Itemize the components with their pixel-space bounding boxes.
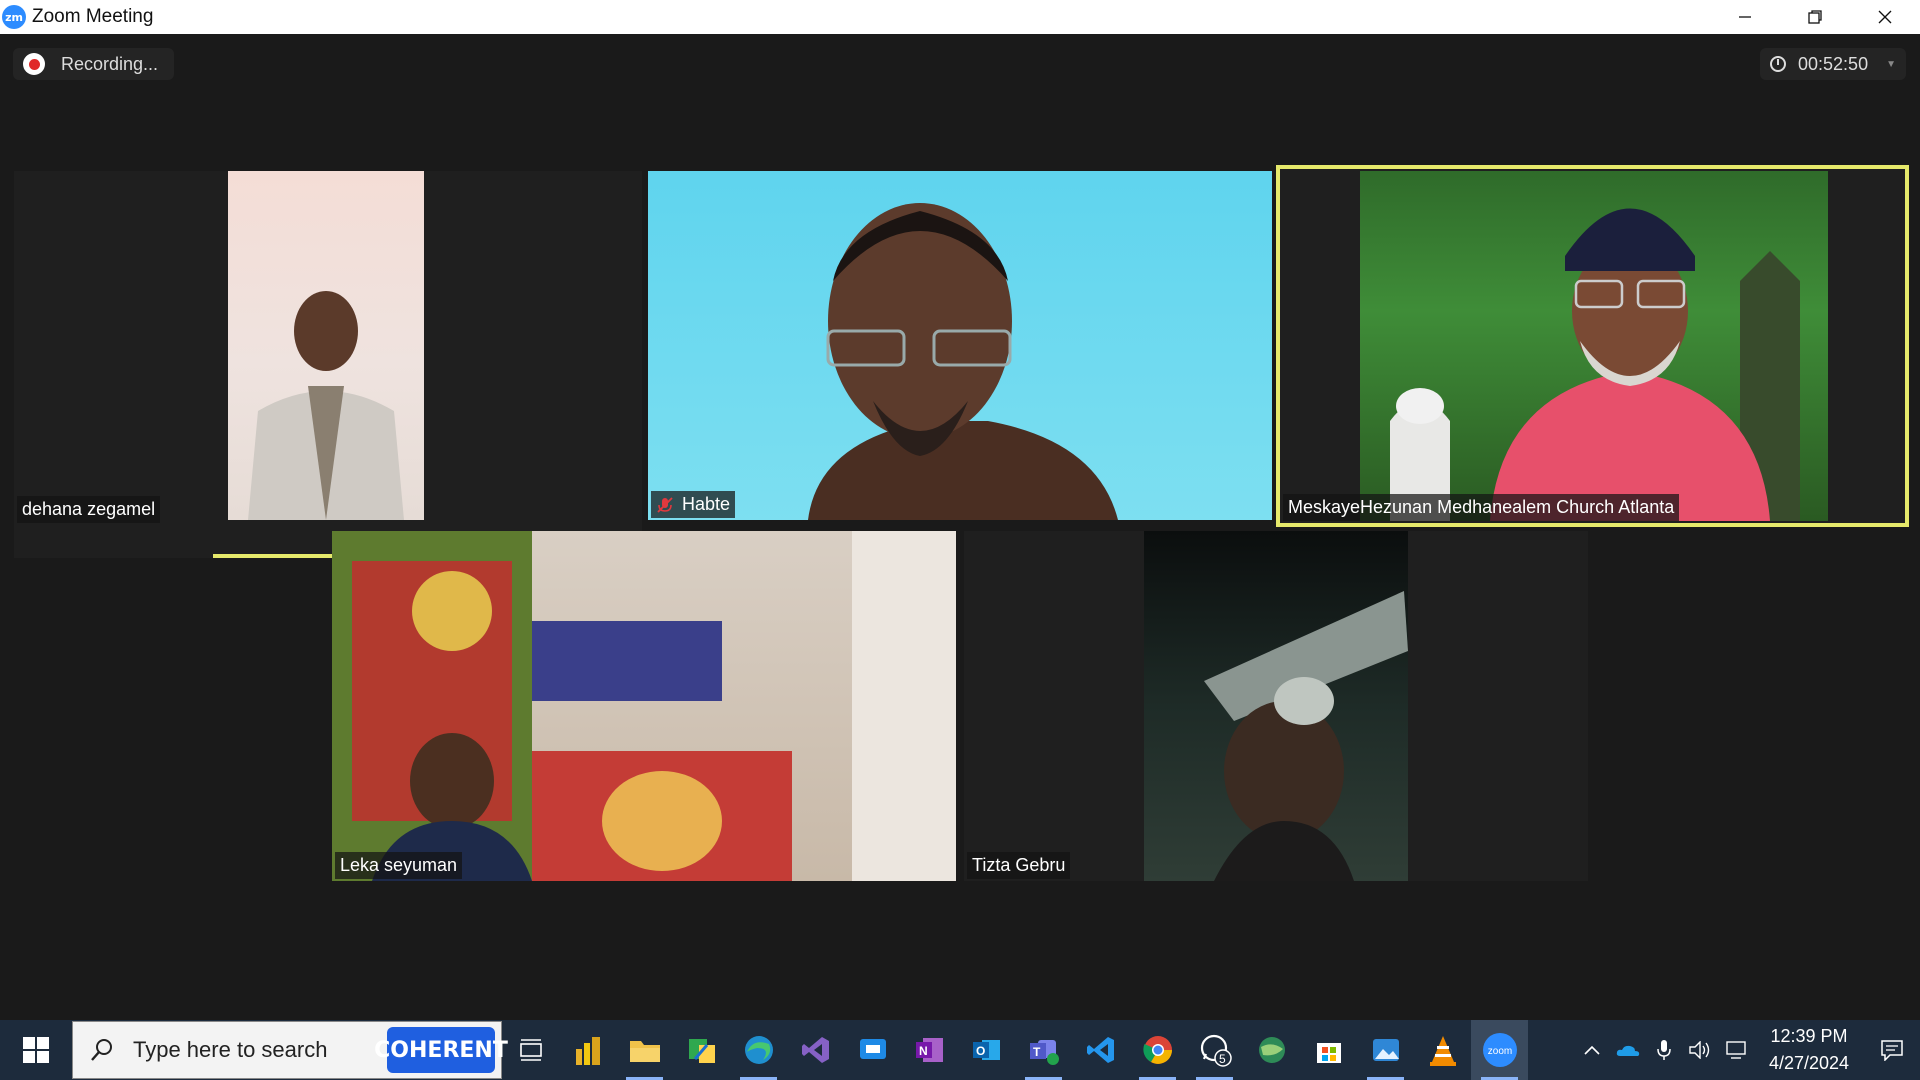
restore-icon <box>1808 10 1822 24</box>
volume-icon[interactable] <box>1682 1020 1718 1080</box>
person-silhouette <box>808 203 1118 520</box>
participant-name: Habte <box>682 494 731 514</box>
file-explorer-icon[interactable] <box>616 1020 673 1080</box>
participant-tile-leka[interactable]: Leka seyuman <box>332 531 956 881</box>
vlc-icon[interactable] <box>1414 1020 1471 1080</box>
system-tray: 12:39 PM 4/27/2024 <box>1574 1020 1920 1080</box>
store-icon[interactable] <box>1300 1020 1357 1080</box>
outlook-icon[interactable]: O <box>958 1020 1015 1080</box>
chevron-down-icon: ▼ <box>1886 58 1896 70</box>
timer-value: 00:52:50 <box>1798 53 1869 74</box>
clock-date: 4/27/2024 <box>1768 1053 1850 1073</box>
teams-icon[interactable]: T <box>1015 1020 1072 1080</box>
participant-video <box>1360 171 1828 521</box>
power-bi-icon[interactable] <box>559 1020 616 1080</box>
participant-name: dehana zegamel <box>22 499 156 519</box>
minimize-icon <box>1739 16 1751 18</box>
participant-name-tag: Habte <box>651 491 736 518</box>
participant-name-tag: Tizta Gebru <box>967 852 1071 879</box>
search-icon <box>91 1039 112 1061</box>
taskbar-clock[interactable]: 12:39 PM 4/27/2024 <box>1754 1023 1864 1077</box>
participant-name-tag: MeskayeHezunan Medhanealem Church Atlant… <box>1283 494 1680 521</box>
participant-name: MeskayeHezunan Medhanealem Church Atlant… <box>1288 497 1675 517</box>
muted-mic-icon <box>657 496 673 513</box>
chrome-icon[interactable] <box>1129 1020 1186 1080</box>
search-box[interactable]: Type here to search COHERENT <box>72 1021 508 1079</box>
person-silhouette <box>1390 208 1800 521</box>
close-button[interactable] <box>1850 0 1920 34</box>
participant-video <box>1144 531 1408 881</box>
edge-icon[interactable] <box>730 1020 787 1080</box>
participant-video <box>228 171 424 520</box>
whatsapp-icon[interactable]: 5 <box>1186 1020 1243 1080</box>
participant-video <box>648 171 1272 520</box>
close-icon <box>1878 10 1892 24</box>
participant-name-tag: Leka seyuman <box>335 852 463 879</box>
project-icon[interactable] <box>673 1020 730 1080</box>
taskbar: Type here to search COHERENT N O T 5 zoo… <box>0 1020 1920 1080</box>
participant-video <box>332 531 956 881</box>
whatsapp-badge: 5 <box>1219 1052 1226 1066</box>
onedrive-icon[interactable] <box>1610 1020 1646 1080</box>
meeting-area: Recording... 00:52:50 ▼ dehana zegamel H… <box>0 34 1920 1020</box>
participant-name: Leka seyuman <box>340 855 458 875</box>
participant-tile-habte[interactable]: Habte <box>648 171 1272 520</box>
photos-icon[interactable] <box>1357 1020 1414 1080</box>
record-icon <box>23 53 45 75</box>
person-silhouette <box>1204 591 1408 881</box>
coherent-badge[interactable]: COHERENT <box>374 1027 508 1073</box>
svg-text:O: O <box>976 1044 985 1058</box>
onenote-icon[interactable]: N <box>901 1020 958 1080</box>
room-scene <box>332 531 956 881</box>
vscode-icon[interactable] <box>1072 1020 1129 1080</box>
svg-text:T: T <box>1033 1045 1041 1059</box>
participant-tile-dehana[interactable]: dehana zegamel <box>14 171 642 558</box>
windows-icon <box>23 1037 49 1063</box>
participant-name-tag: dehana zegamel <box>17 496 161 523</box>
recording-indicator[interactable]: Recording... <box>13 48 175 80</box>
participant-name: Tizta Gebru <box>972 855 1066 875</box>
microphone-icon[interactable] <box>1646 1020 1682 1080</box>
chevron-up-icon[interactable] <box>1574 1020 1610 1080</box>
meeting-timer[interactable]: 00:52:50 ▼ <box>1760 48 1906 80</box>
network-icon[interactable] <box>1718 1020 1754 1080</box>
zoom-label: zoom <box>1487 1046 1511 1057</box>
clock-icon <box>1770 56 1787 72</box>
restore-button[interactable] <box>1780 0 1850 34</box>
zoom-icon[interactable]: zoom <box>1471 1020 1528 1080</box>
participant-tile-meskaye[interactable]: MeskayeHezunan Medhanealem Church Atlant… <box>1276 165 1909 527</box>
search-placeholder: Type here to search <box>133 1037 328 1062</box>
visual-studio-icon[interactable] <box>787 1020 844 1080</box>
minimize-button[interactable] <box>1710 0 1780 34</box>
notification-icon <box>1881 1040 1903 1061</box>
title-bar: zm Zoom Meeting <box>0 0 1920 34</box>
start-button[interactable] <box>0 1020 72 1080</box>
window-title: Zoom Meeting <box>32 6 154 27</box>
task-view-icon[interactable] <box>502 1020 559 1080</box>
globe-icon[interactable] <box>1243 1020 1300 1080</box>
svg-text:N: N <box>919 1044 928 1058</box>
participant-tile-tizta[interactable]: Tizta Gebru <box>964 531 1588 881</box>
remote-desktop-icon[interactable] <box>844 1020 901 1080</box>
zoom-logo-icon: zm <box>2 5 26 29</box>
window-controls <box>1710 0 1920 34</box>
person-silhouette <box>248 291 404 520</box>
clock-time: 12:39 PM <box>1770 1026 1848 1046</box>
recording-label: Recording... <box>61 53 159 74</box>
notification-center-button[interactable] <box>1864 1020 1920 1080</box>
